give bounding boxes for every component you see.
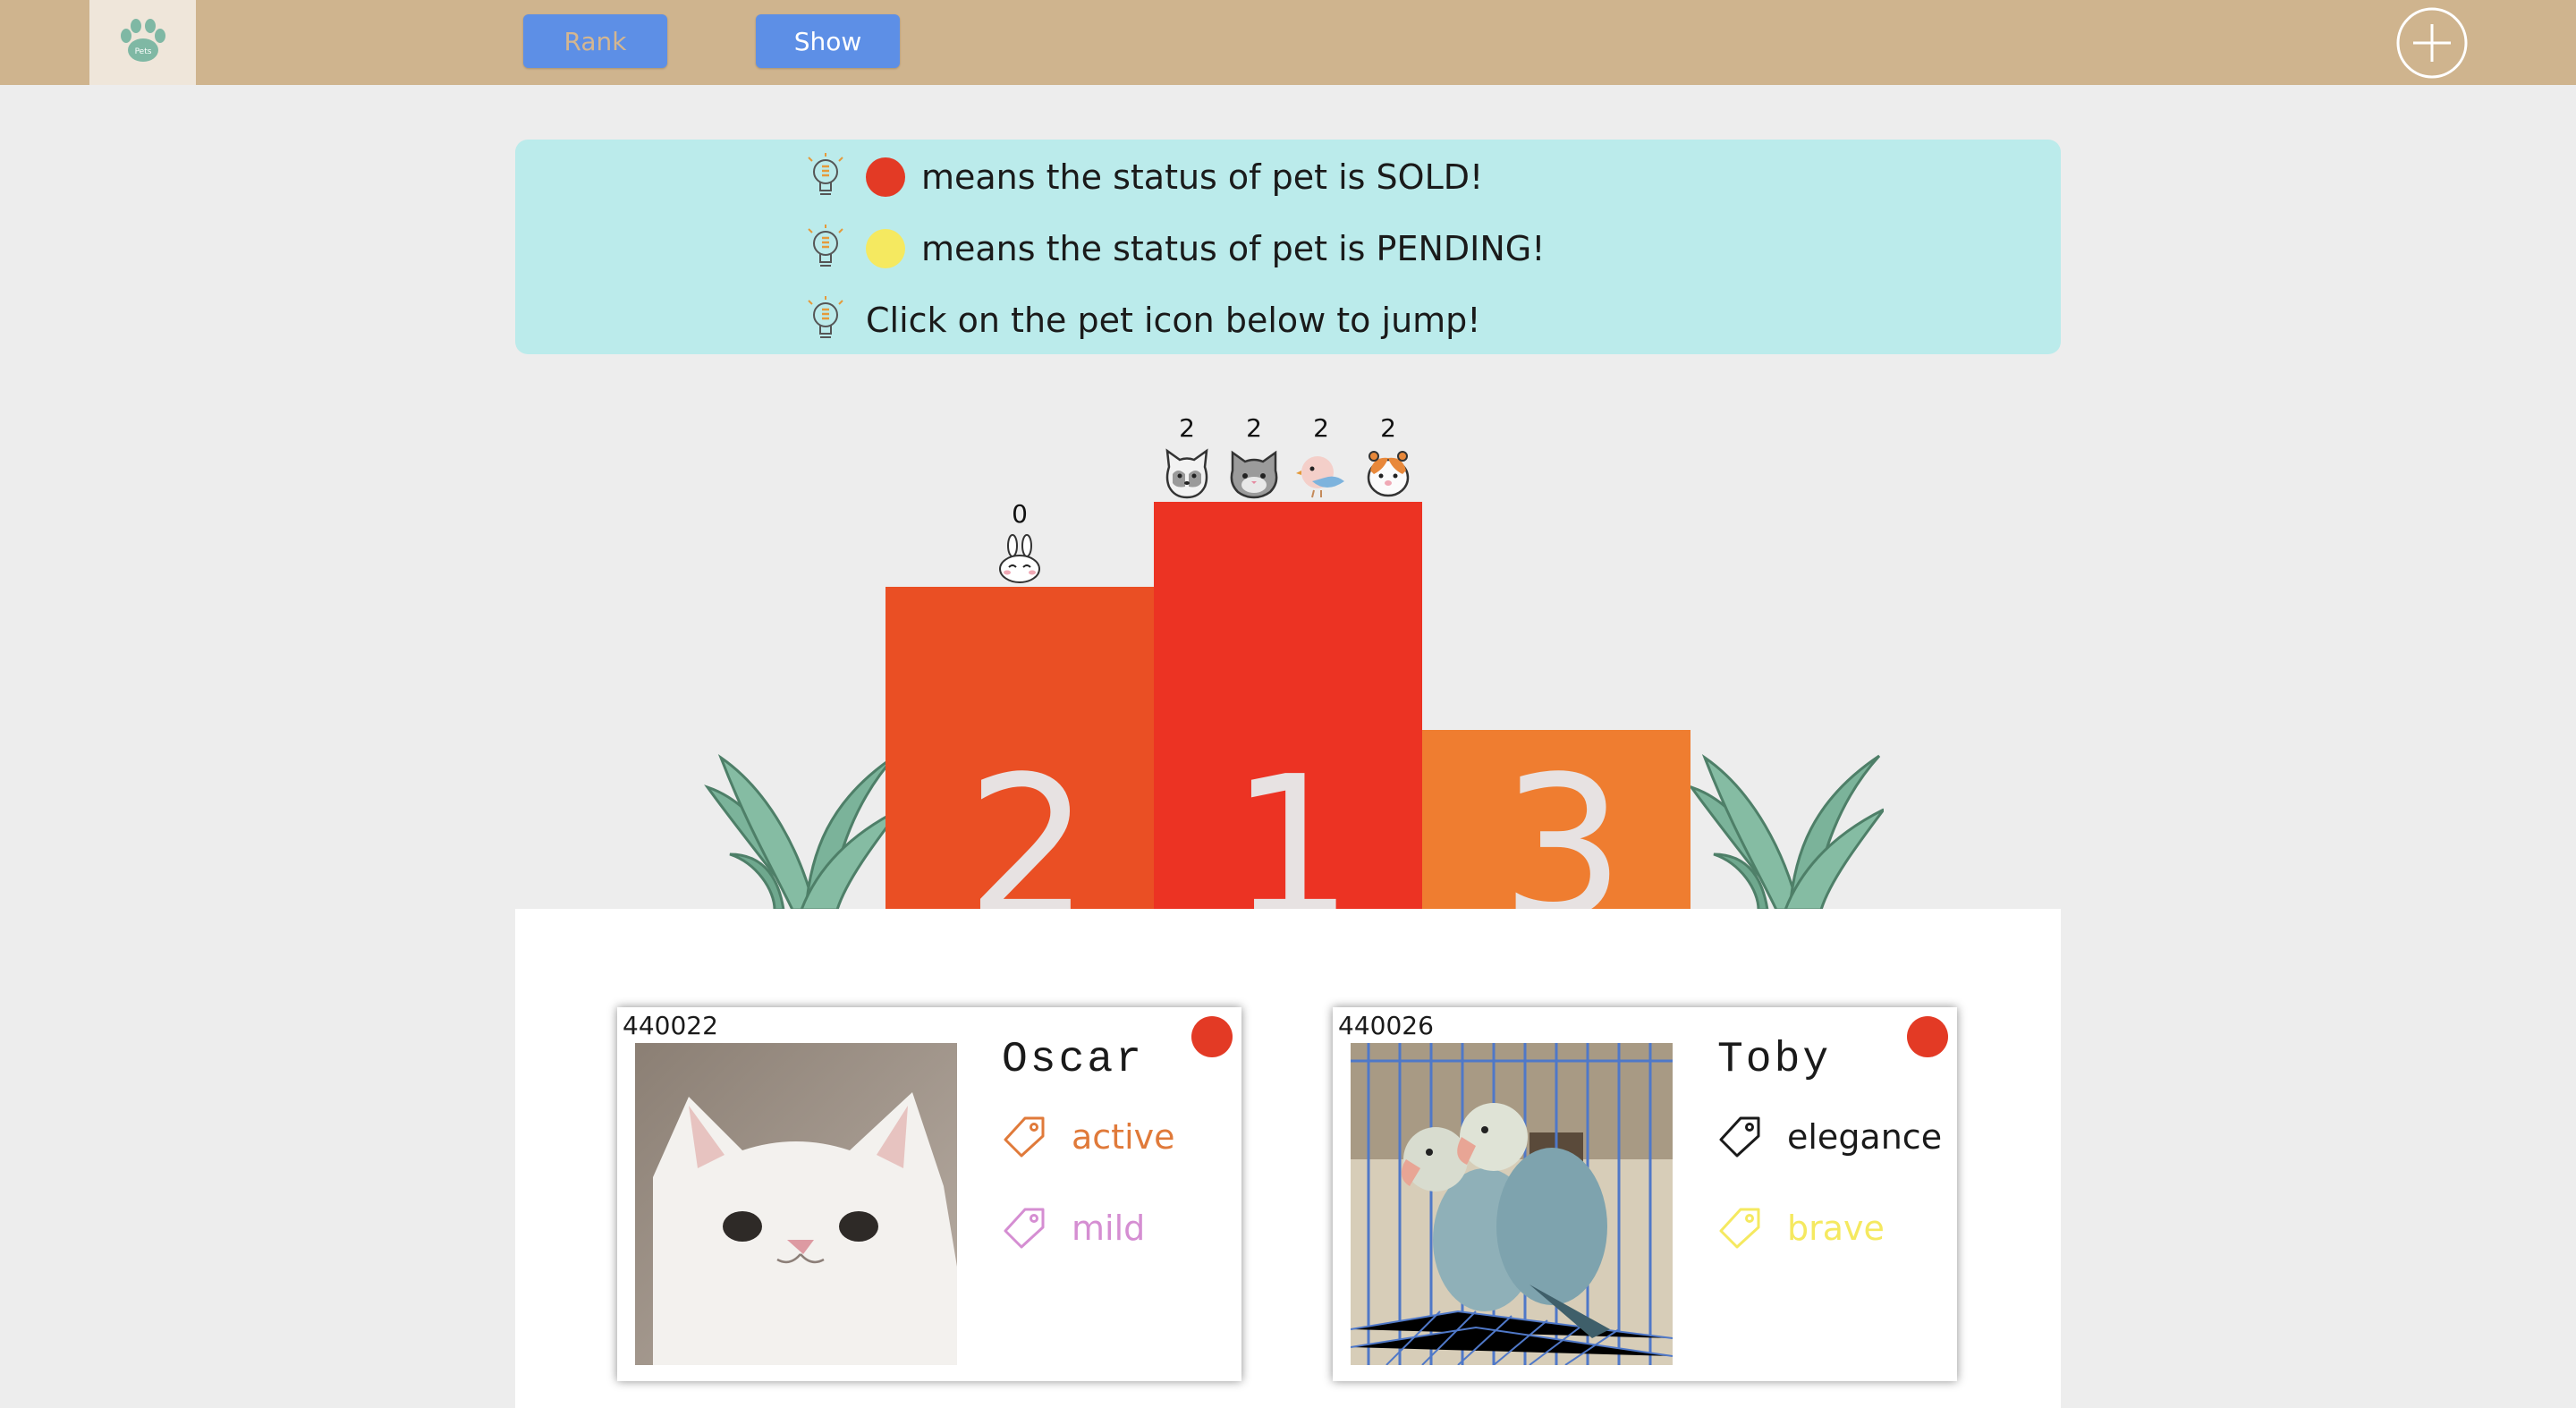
bird-icon[interactable] [1294, 447, 1348, 499]
lightbulb-icon [808, 296, 843, 338]
cat-icon[interactable] [1227, 447, 1281, 499]
tag-icon [1719, 1208, 1760, 1249]
hamster-icon[interactable] [1361, 447, 1415, 499]
pet-id: 440022 [623, 1011, 718, 1040]
bird-count: 2 [1313, 413, 1329, 443]
lightbulb-icon [808, 225, 843, 267]
cat-count: 2 [1246, 413, 1262, 443]
pet-photo [1351, 1043, 1673, 1365]
add-pet-button[interactable] [2395, 6, 2469, 80]
tag-label: elegance [1787, 1117, 1943, 1157]
paw-logo-icon: Pets [121, 19, 165, 62]
sold-status-dot [866, 157, 905, 197]
tag-icon [1719, 1116, 1760, 1158]
logo[interactable]: Pets [89, 0, 196, 85]
pet-name: Toby [1717, 1036, 1832, 1084]
legend-row-sold: means the status of pet is SOLD! [803, 152, 1483, 202]
legend-row-pending: means the status of pet is PENDING! [803, 224, 1545, 274]
right-plant [1688, 753, 1884, 910]
tag-label: brave [1787, 1209, 1885, 1248]
pet-tag: elegance [1717, 1115, 1942, 1159]
status-dot [1191, 1016, 1233, 1057]
pet-id: 440026 [1338, 1011, 1434, 1040]
tag-label: mild [1072, 1209, 1146, 1248]
jump-hint-text: Click on the pet icon below to jump! [866, 301, 1481, 340]
rabbit-icon[interactable] [993, 533, 1046, 585]
pending-legend-text: means the status of pet is PENDING! [921, 229, 1546, 268]
status-dot [1907, 1016, 1948, 1057]
rank-button[interactable]: Rank [523, 14, 667, 68]
hamster-count: 2 [1380, 413, 1396, 443]
pet-card[interactable]: 440022 Oscar active mild [617, 1007, 1241, 1381]
plus-circle-icon [2396, 7, 2468, 79]
legend-row-jump: Click on the pet icon below to jump! [803, 295, 1481, 345]
left-plant [704, 753, 900, 910]
tag-label: active [1072, 1117, 1175, 1157]
dog-count: 2 [1179, 413, 1195, 443]
pet-tag: active [1002, 1115, 1175, 1159]
logo-text: Pets [135, 47, 152, 56]
pet-photo [635, 1043, 957, 1365]
rabbit-count: 0 [1012, 499, 1028, 529]
pet-card[interactable]: 440026 Toby elegance brave [1333, 1007, 1957, 1381]
dog-icon[interactable] [1160, 447, 1214, 499]
pet-tag: mild [1002, 1206, 1145, 1251]
tag-icon [1004, 1116, 1045, 1158]
lightbulb-icon [808, 153, 843, 195]
pending-status-dot [866, 229, 905, 268]
show-button[interactable]: Show [756, 14, 900, 68]
legend-panel: means the status of pet is SOLD! means t… [515, 140, 2061, 354]
pet-tag: brave [1717, 1206, 1885, 1251]
pet-name: Oscar [1002, 1036, 1145, 1084]
tag-icon [1004, 1208, 1045, 1249]
sold-legend-text: means the status of pet is SOLD! [921, 157, 1484, 197]
top-bar: Pets Rank Show [0, 0, 2576, 85]
